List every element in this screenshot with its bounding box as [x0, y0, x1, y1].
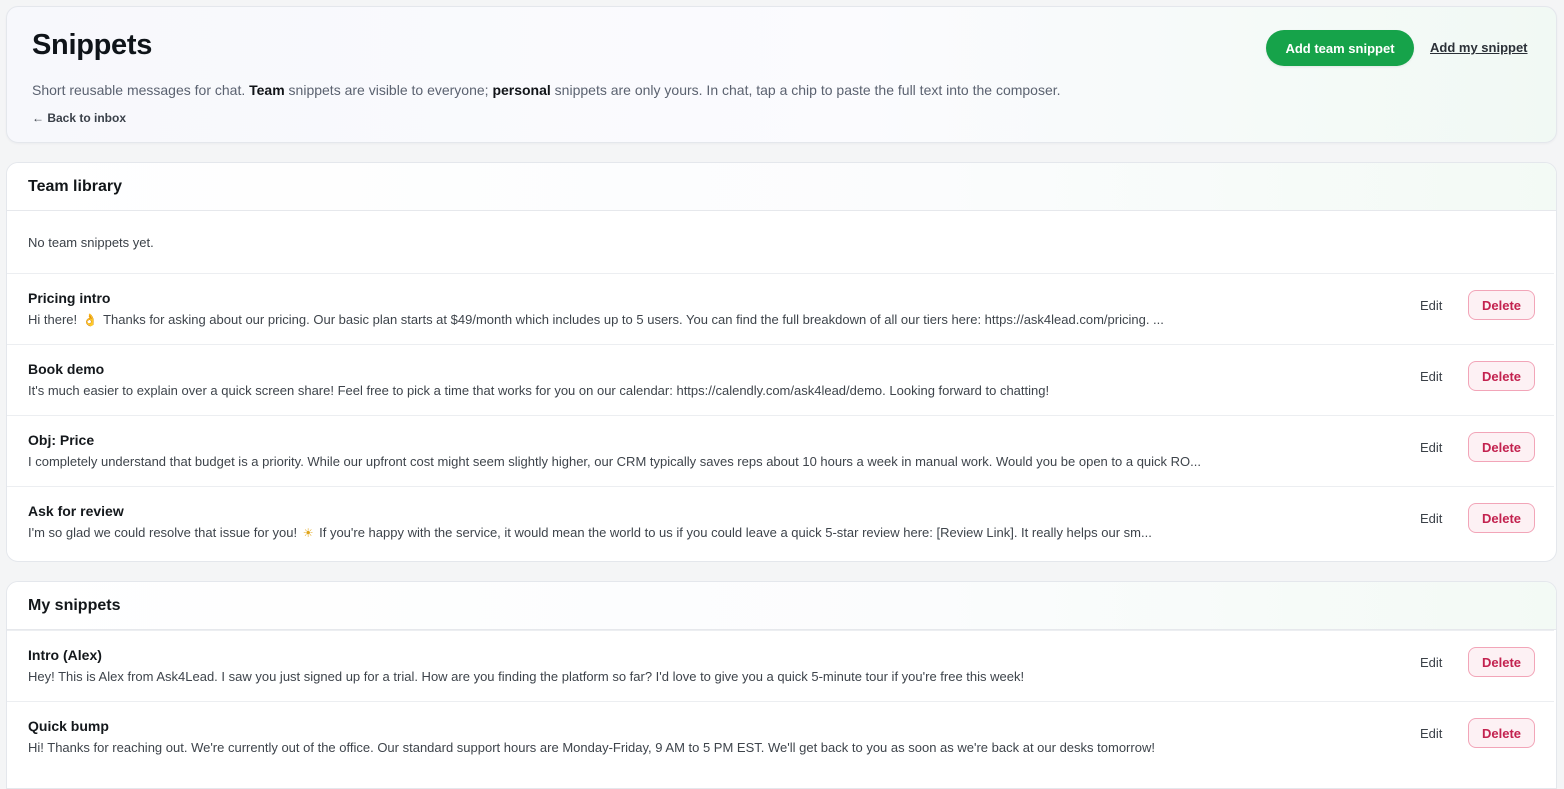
- team-snippet-list: Pricing intro Hi there! 👌 Thanks for aski…: [7, 273, 1556, 557]
- emoji-icon: 👌: [82, 313, 98, 327]
- delete-button[interactable]: Delete: [1468, 432, 1535, 462]
- page-header: Snippets Short reusable messages for cha…: [6, 6, 1557, 143]
- snippet-title: Quick bump: [28, 718, 109, 734]
- snippet-preview-text: I'm so glad we could resolve that issue …: [28, 525, 301, 540]
- snippet-title: Obj: Price: [28, 432, 95, 448]
- snippet-title: Intro (Alex): [28, 647, 102, 663]
- edit-button[interactable]: Edit: [1420, 511, 1442, 526]
- my-snippet-list: Intro (Alex) Hey! This is Alex from Ask4L…: [7, 630, 1556, 772]
- desc-team-emphasis: Team: [249, 82, 285, 98]
- delete-button[interactable]: Delete: [1468, 503, 1535, 533]
- my-snippets-section: My snippets Intro (Alex) Hey! This is Ale…: [6, 581, 1557, 789]
- snippet-preview-text: Thanks for asking about our pricing. Our…: [99, 312, 1164, 327]
- snippet-preview: I completely understand that budget is a…: [28, 454, 1248, 469]
- snippet-row: Ask for review I'm so glad we could resol…: [7, 486, 1554, 557]
- snippet-row: Quick bump Hi! Thanks for reaching out. W…: [7, 701, 1554, 772]
- snippet-row: Obj: Price I completely understand that b…: [7, 415, 1554, 486]
- add-my-snippet-link[interactable]: Add my snippet: [1430, 40, 1528, 55]
- add-team-snippet-button[interactable]: Add team snippet: [1266, 30, 1414, 66]
- desc-part: snippets are visible to everyone;: [284, 82, 493, 98]
- edit-button[interactable]: Edit: [1420, 440, 1442, 455]
- desc-part: snippets are only yours. In chat, tap a …: [550, 82, 1061, 98]
- edit-button[interactable]: Edit: [1420, 726, 1442, 741]
- delete-button[interactable]: Delete: [1468, 290, 1535, 320]
- empty-state-text: No team snippets yet.: [28, 234, 154, 250]
- snippet-title: Pricing intro: [28, 290, 111, 306]
- snippet-preview-text: Hi! Thanks for reaching out. We're curre…: [28, 740, 1155, 755]
- edit-button[interactable]: Edit: [1420, 369, 1442, 384]
- back-to-inbox-link[interactable]: ← Back to inbox: [32, 111, 126, 125]
- snippet-preview: Hi! Thanks for reaching out. We're curre…: [28, 740, 1248, 755]
- snippet-preview: Hi there! 👌 Thanks for asking about our …: [28, 312, 1248, 327]
- delete-button[interactable]: Delete: [1468, 718, 1535, 748]
- desc-part: Short reusable messages for chat.: [32, 82, 250, 98]
- snippet-preview-text: It's much easier to explain over a quick…: [28, 383, 1050, 398]
- snippet-title: Book demo: [28, 361, 105, 377]
- snippet-row: Pricing intro Hi there! 👌 Thanks for aski…: [7, 273, 1554, 344]
- snippet-preview-text: Hey! This is Alex from Ask4Lead. I saw y…: [28, 669, 1025, 684]
- snippet-preview-text: I completely understand that budget is a…: [28, 454, 1201, 469]
- edit-button[interactable]: Edit: [1420, 655, 1442, 670]
- edit-button[interactable]: Edit: [1420, 298, 1442, 313]
- snippet-row: Book demo It's much easier to explain ove…: [7, 344, 1554, 415]
- snippet-preview: Hey! This is Alex from Ask4Lead. I saw y…: [28, 669, 1248, 684]
- emoji-icon: ☀: [302, 526, 314, 540]
- snippets-page: Snippets Short reusable messages for cha…: [0, 0, 1564, 789]
- section-heading: Team library: [7, 163, 1556, 211]
- page-title: Snippets: [32, 29, 153, 61]
- delete-button[interactable]: Delete: [1468, 647, 1535, 677]
- team-library-section: Team library No team snippets yet. Prici…: [6, 162, 1557, 562]
- section-heading: My snippets: [7, 582, 1556, 630]
- snippet-preview: I'm so glad we could resolve that issue …: [28, 525, 1248, 540]
- snippet-preview-text: Hi there!: [28, 312, 81, 327]
- snippet-preview-text: If you're happy with the service, it wou…: [315, 525, 1152, 540]
- delete-button[interactable]: Delete: [1468, 361, 1535, 391]
- snippet-row: Intro (Alex) Hey! This is Alex from Ask4L…: [7, 630, 1554, 701]
- page-description: Short reusable messages for chat. Team s…: [32, 82, 1061, 98]
- desc-personal-emphasis: personal: [492, 82, 551, 98]
- snippet-title: Ask for review: [28, 503, 124, 519]
- snippet-preview: It's much easier to explain over a quick…: [28, 383, 1248, 398]
